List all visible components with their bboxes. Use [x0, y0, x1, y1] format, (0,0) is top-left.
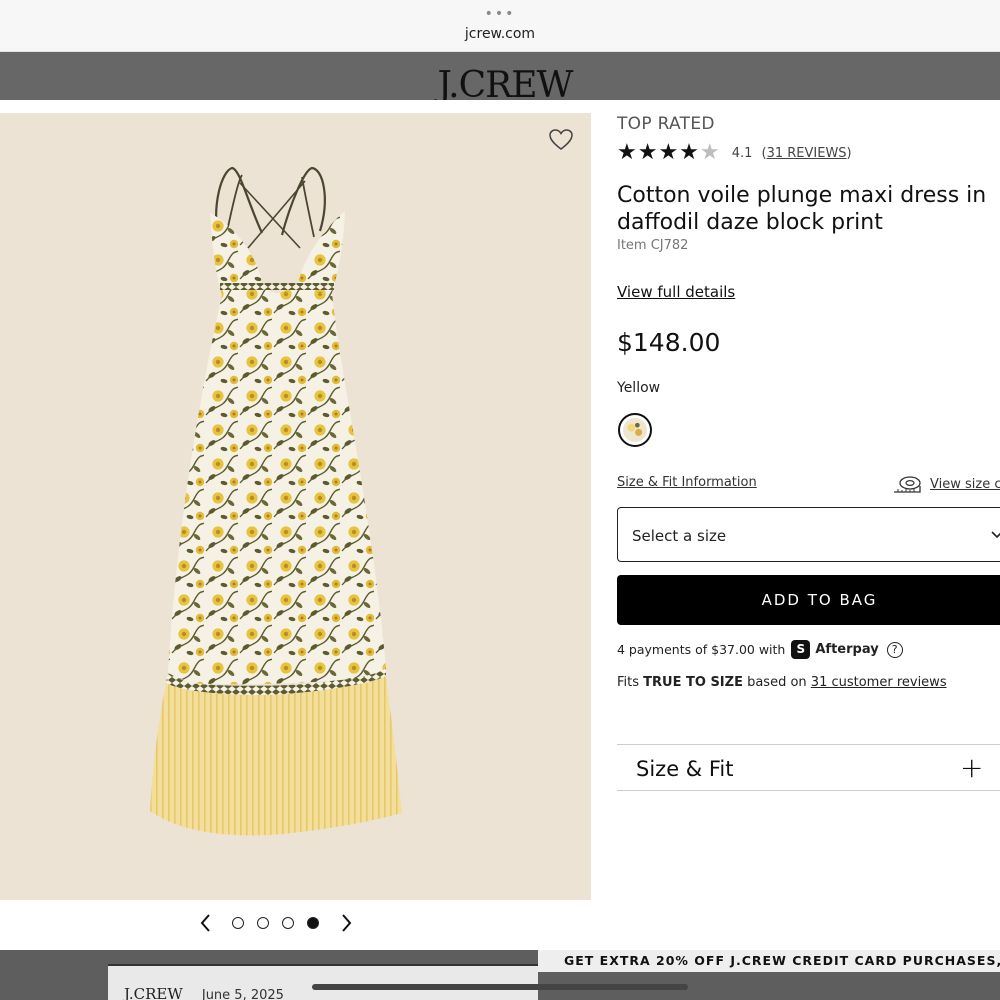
item-code: Item CJ782 [617, 238, 689, 253]
browser-toolbar: ••• jcrew.com [0, 0, 1000, 52]
address-bar-url[interactable]: jcrew.com [0, 26, 1000, 42]
afterpay-name: Afterpay [815, 642, 879, 657]
accordion-label: Size & Fit [636, 757, 734, 781]
view-full-details-link[interactable]: View full details [617, 283, 735, 301]
product-image[interactable] [0, 113, 591, 900]
afterpay-row: 4 payments of $37.00 with S Afterpay? [617, 640, 903, 662]
star-rating-icon: ★★★★★ [617, 140, 721, 165]
carousel-dot-3[interactable] [282, 917, 294, 929]
size-select-dropdown[interactable]: Select a size [617, 507, 1000, 562]
expand-plus-icon[interactable]: + [960, 751, 983, 784]
document-date: June 5, 2025 [201, 988, 284, 1000]
add-to-bag-label: ADD TO BAG [761, 591, 878, 609]
tape-measure-icon [894, 476, 921, 493]
fit-value: TRUE TO SIZE [643, 675, 743, 690]
promo-text: GET EXTRA 20% OFF J.CREW CREDIT CARD PUR… [564, 953, 1000, 968]
rating-row: ★★★★★ 4.1 (31 REVIEWS) [617, 142, 852, 164]
size-fit-information-link[interactable]: Size & Fit Information [617, 475, 757, 490]
help-question-icon[interactable]: ? [886, 641, 903, 658]
size-fit-accordion[interactable]: Size & Fit + [617, 744, 1000, 791]
customer-reviews-link[interactable]: 31 customer reviews [811, 675, 947, 690]
fit-summary: Fits TRUE TO SIZE based on 31 customer r… [617, 675, 947, 690]
previous-image-arrow-icon[interactable] [196, 910, 216, 936]
yellow-floral-swatch-icon [623, 418, 647, 442]
wishlist-heart-icon[interactable] [548, 128, 574, 152]
product-title: Cotton voile plunge maxi dress in daffod… [617, 183, 987, 235]
afterpay-text: 4 payments of $37.00 with [617, 642, 786, 657]
carousel-dot-4-active[interactable] [307, 917, 319, 929]
fit-prefix: Fits [617, 675, 644, 690]
view-size-chart-label[interactable]: View size chart [930, 477, 1000, 492]
fit-middle: based on [742, 675, 811, 690]
top-rated-badge: TOP RATED [617, 114, 715, 134]
bottom-background-strip: GET EXTRA 20% OFF J.CREW CREDIT CARD PUR… [0, 950, 1000, 1000]
add-to-bag-button[interactable]: ADD TO BAG [617, 575, 1000, 625]
image-carousel-nav [190, 908, 360, 938]
size-select-placeholder: Select a size [632, 527, 727, 545]
reviews-link[interactable]: (31 REVIEWS) [762, 146, 852, 161]
horizontal-scrollbar[interactable] [312, 984, 688, 990]
site-header: J.CREW [0, 52, 1000, 100]
carousel-dot-1[interactable] [232, 917, 244, 929]
afterpay-logo-icon: S [791, 640, 811, 659]
reviews-count[interactable]: 31 REVIEWS [767, 146, 847, 161]
chevron-down-icon [990, 528, 1000, 544]
view-size-chart-link[interactable]: View size chart [892, 474, 1000, 496]
color-swatch-yellow[interactable] [618, 413, 652, 447]
next-image-arrow-icon[interactable] [336, 910, 356, 936]
rating-value: 4.1 [731, 145, 753, 161]
reviews-close-paren: ) [846, 145, 852, 161]
document-logo: J.CREW [124, 985, 183, 1000]
carousel-dot-2[interactable] [257, 917, 269, 929]
selected-color-name: Yellow [617, 380, 661, 396]
promo-banner[interactable]: GET EXTRA 20% OFF J.CREW CREDIT CARD PUR… [538, 950, 1000, 972]
dress-illustration [150, 166, 402, 836]
jcrew-logo[interactable]: J.CREW [0, 66, 1000, 101]
browser-menu-dots[interactable]: ••• [0, 7, 1000, 21]
product-price: $148.00 [617, 328, 721, 357]
background-document-card: J.CREW June 5, 2025 [108, 964, 538, 1000]
